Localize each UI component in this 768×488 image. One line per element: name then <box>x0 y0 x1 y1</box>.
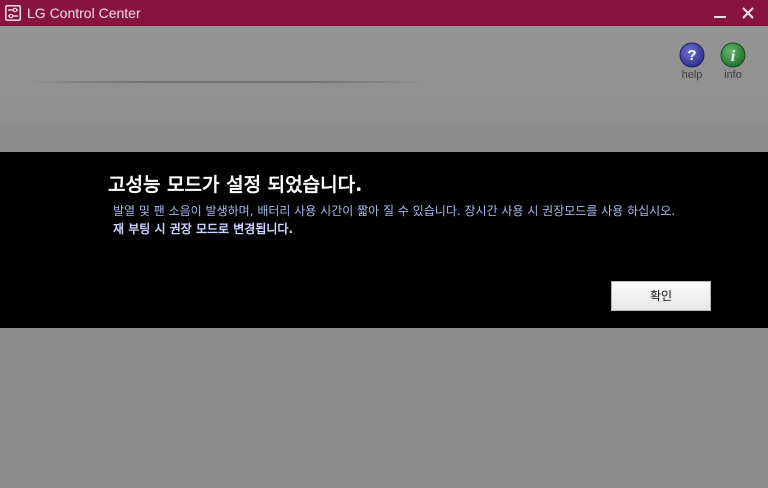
help-button[interactable]: ? help <box>674 42 710 88</box>
window-title: LG Control Center <box>27 5 141 21</box>
performance-mode-dialog: 고성능 모드가 설정 되었습니다. 발열 및 팬 소음이 발생하며, 배터리 사… <box>0 152 768 328</box>
info-label: info <box>724 69 742 81</box>
svg-text:i: i <box>731 48 736 65</box>
close-button[interactable] <box>734 0 762 26</box>
minimize-icon <box>714 16 726 18</box>
title-bar: LG Control Center <box>0 0 768 26</box>
help-label: help <box>681 69 703 81</box>
dialog-title: 고성능 모드가 설정 되었습니다. <box>108 174 363 196</box>
lg-control-center-icon <box>5 5 21 21</box>
confirm-button[interactable]: 확인 <box>611 281 711 311</box>
info-icon: i <box>720 42 746 68</box>
svg-text:?: ? <box>687 47 696 64</box>
close-icon <box>742 7 754 19</box>
help-question-icon: ? <box>679 42 705 68</box>
minimize-button[interactable] <box>706 0 734 26</box>
header-area: ? help i info <box>0 26 768 126</box>
info-button[interactable]: i info <box>715 42 751 88</box>
dialog-message-emphasis: 재 부팅 시 권장 모드로 변경됩니다. <box>113 222 294 236</box>
dialog-message: 발열 및 팬 소음이 발생하며, 배터리 사용 시간이 짧아 질 수 있습니다.… <box>113 202 683 238</box>
dialog-message-text: 발열 및 팬 소음이 발생하며, 배터리 사용 시간이 짧아 질 수 있습니다.… <box>113 204 676 218</box>
header-divider <box>22 81 432 83</box>
